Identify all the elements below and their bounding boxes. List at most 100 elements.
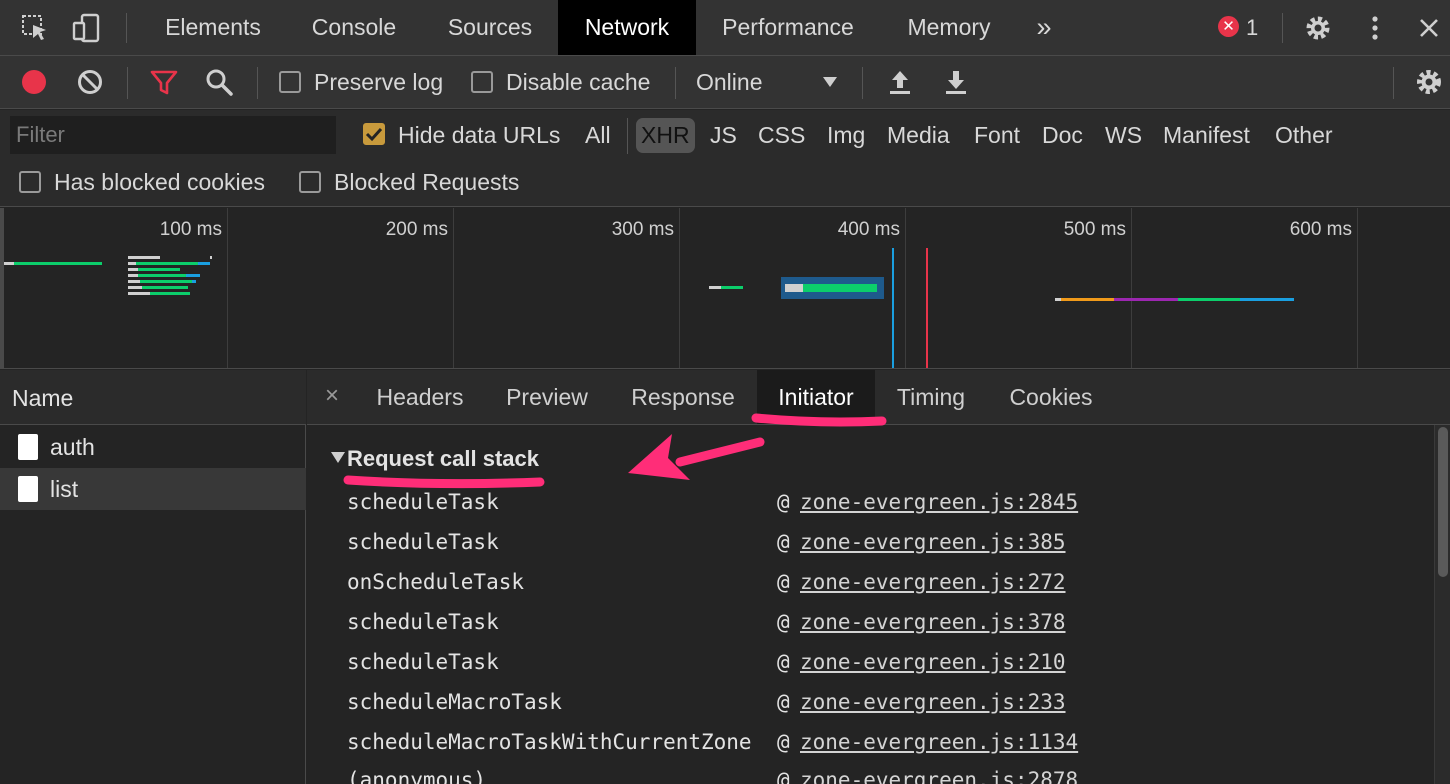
network-toolbar: Preserve log Disable cache Online	[0, 56, 1450, 109]
filter-type-font[interactable]: Font	[974, 122, 1020, 149]
filter-type-other[interactable]: Other	[1275, 122, 1333, 149]
filter-type-css[interactable]: CSS	[758, 122, 805, 149]
tab-preview[interactable]: Preview	[487, 370, 607, 424]
disable-cache-label[interactable]: Disable cache	[506, 69, 650, 96]
frame-source-link[interactable]: zone-evergreen.js:2845	[800, 490, 1078, 514]
frame-at: @	[777, 768, 790, 784]
error-icon[interactable]: ✕	[1218, 16, 1239, 37]
import-har-upload-icon[interactable]	[884, 66, 916, 98]
tab-memory[interactable]: Memory	[880, 0, 1018, 55]
device-toolbar-icon[interactable]	[72, 13, 102, 43]
search-icon[interactable]	[203, 66, 235, 98]
hide-data-urls-label[interactable]: Hide data URLs	[398, 122, 560, 149]
settings-gear-icon[interactable]	[1303, 13, 1333, 43]
expand-triangle-icon[interactable]	[331, 452, 345, 463]
request-bar	[709, 286, 721, 289]
request-bar	[128, 256, 160, 259]
request-bar	[210, 256, 212, 259]
detail-tab-bar: × Headers Preview Response Initiator Tim…	[307, 370, 1450, 425]
tab-initiator[interactable]: Initiator	[757, 370, 875, 424]
tab-sources[interactable]: Sources	[422, 0, 558, 55]
disable-cache-checkbox[interactable]	[471, 71, 493, 93]
request-bar	[128, 286, 142, 289]
frame-source-link[interactable]: zone-evergreen.js:1134	[800, 730, 1078, 754]
preserve-log-checkbox[interactable]	[279, 71, 301, 93]
filter-type-media[interactable]: Media	[887, 122, 950, 149]
request-bar	[14, 262, 102, 265]
filter-funnel-icon[interactable]	[148, 66, 180, 98]
network-overview-timeline[interactable]: 100 ms 200 ms 300 ms 400 ms 500 ms 600 m…	[0, 208, 1450, 369]
error-count[interactable]: 1	[1246, 0, 1258, 55]
frame-function: scheduleTask	[347, 490, 499, 514]
request-bar	[1178, 298, 1240, 301]
request-bar	[128, 274, 138, 277]
filter-type-manifest[interactable]: Manifest	[1163, 122, 1250, 149]
chevron-down-icon[interactable]	[822, 75, 838, 89]
tab-response[interactable]: Response	[613, 370, 753, 424]
request-list: Name auth list	[0, 370, 306, 784]
frame-source-link[interactable]: zone-evergreen.js:385	[800, 530, 1066, 554]
has-blocked-cookies-checkbox[interactable]	[19, 171, 41, 193]
filter-type-ws[interactable]: WS	[1105, 122, 1142, 149]
filter-bar: Hide data URLs All XHR JS CSS Img Media …	[0, 110, 1450, 207]
close-devtools-icon[interactable]	[1414, 13, 1444, 43]
load-event-marker	[926, 248, 928, 368]
more-options-kebab-icon[interactable]	[1360, 13, 1390, 43]
filter-type-js[interactable]: JS	[710, 122, 737, 149]
request-name: auth	[50, 434, 95, 460]
request-name: list	[50, 476, 79, 502]
overview-left-handle[interactable]	[0, 208, 4, 368]
document-icon	[18, 434, 38, 460]
inspect-element-icon[interactable]	[20, 13, 50, 43]
tab-headers[interactable]: Headers	[359, 370, 481, 424]
frame-at: @	[777, 570, 790, 594]
frame-source-link[interactable]: zone-evergreen.js:378	[800, 610, 1066, 634]
frame-at: @	[777, 650, 790, 674]
tick-label-200ms: 200 ms	[385, 219, 448, 240]
tick-label-400ms: 400 ms	[837, 219, 900, 240]
filter-type-img[interactable]: Img	[827, 122, 865, 149]
frame-source-link[interactable]: zone-evergreen.js:210	[800, 650, 1066, 674]
grid-line	[905, 208, 906, 368]
close-detail-icon[interactable]: ×	[325, 382, 339, 410]
request-bar	[1240, 298, 1294, 301]
scrollbar-thumb[interactable]	[1438, 427, 1448, 577]
tick-label-300ms: 300 ms	[611, 219, 674, 240]
blocked-requests-label[interactable]: Blocked Requests	[334, 169, 519, 196]
request-bar	[192, 280, 196, 283]
export-har-download-icon[interactable]	[940, 66, 972, 98]
filter-input[interactable]	[10, 116, 336, 154]
filter-type-doc[interactable]: Doc	[1042, 122, 1083, 149]
has-blocked-cookies-label[interactable]: Has blocked cookies	[54, 169, 265, 196]
network-settings-gear-icon[interactable]	[1413, 66, 1445, 98]
tab-timing[interactable]: Timing	[877, 370, 985, 424]
preserve-log-label[interactable]: Preserve log	[314, 69, 443, 96]
clear-icon[interactable]	[74, 66, 106, 98]
request-call-stack-title[interactable]: Request call stack	[347, 446, 539, 472]
tab-network[interactable]: Network	[558, 0, 696, 55]
tab-elements[interactable]: Elements	[140, 0, 286, 55]
frame-source-link[interactable]: zone-evergreen.js:2878	[800, 768, 1078, 784]
devtools-tab-bar: Elements Console Sources Network Perform…	[0, 0, 1450, 56]
request-bar	[142, 286, 188, 289]
blocked-requests-checkbox[interactable]	[299, 171, 321, 193]
request-row-list[interactable]: list	[0, 468, 306, 510]
grid-line	[679, 208, 680, 368]
frame-source-link[interactable]: zone-evergreen.js:233	[800, 690, 1066, 714]
tab-console[interactable]: Console	[286, 0, 422, 55]
tick-label-600ms: 600 ms	[1289, 219, 1352, 240]
frame-source-link[interactable]: zone-evergreen.js:272	[800, 570, 1066, 594]
filter-type-xhr[interactable]: XHR	[636, 118, 695, 153]
more-tabs-chevron-icon[interactable]: »	[1022, 0, 1066, 55]
tab-performance[interactable]: Performance	[696, 0, 880, 55]
throttling-select[interactable]: Online	[696, 69, 762, 96]
toolbar-divider	[257, 67, 258, 99]
filter-type-all[interactable]: All	[585, 122, 611, 149]
vertical-scrollbar[interactable]	[1434, 425, 1450, 784]
toolbar-divider	[1393, 67, 1394, 99]
request-row-auth[interactable]: auth	[0, 426, 306, 468]
name-column-header[interactable]: Name	[0, 370, 306, 425]
hide-data-urls-checkbox[interactable]	[363, 123, 385, 145]
tab-cookies[interactable]: Cookies	[989, 370, 1113, 424]
record-icon[interactable]	[18, 66, 50, 98]
